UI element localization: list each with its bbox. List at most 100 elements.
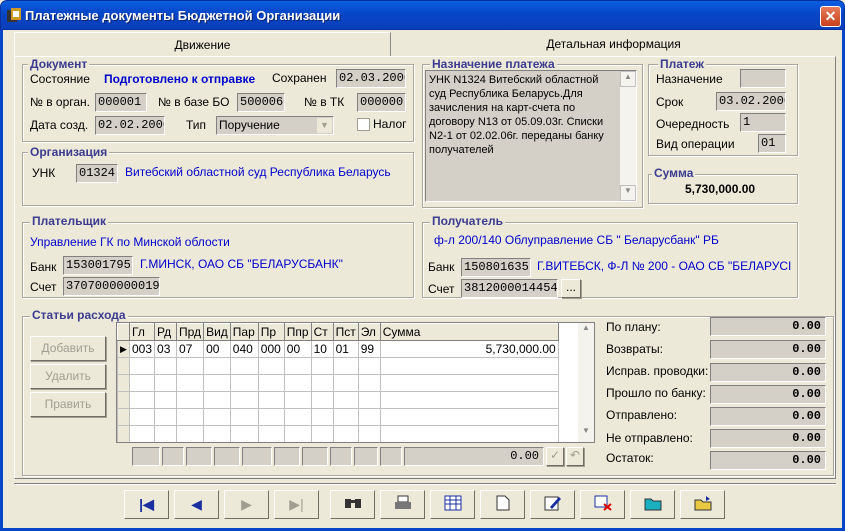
payment-purpose-label: Назначение [656, 72, 723, 86]
last-record-button[interactable]: ▶| [274, 490, 319, 519]
recipient-bank-code[interactable]: 150801635 [461, 258, 531, 277]
table-cell[interactable]: 00 [283, 340, 312, 358]
recipient-account-field[interactable]: 3812000014454 [461, 279, 558, 298]
first-record-button[interactable]: |◀ [124, 490, 169, 519]
recipient-name: ф-л 200/140 Облуправление СБ " Беларусба… [434, 233, 719, 247]
sum-group-title: Сумма [652, 166, 696, 180]
export-button[interactable] [680, 490, 725, 519]
state-value: Подготовлено к отправке [104, 72, 256, 86]
fixes-label: Исправ. проводки: [606, 364, 709, 378]
expenses-grid: Гл Рд Прд Вид Пар Пр Ппр Ст Пст Эл Сумма ▶ 003 03 07 0… [117, 323, 559, 442]
column-header[interactable]: Пр [257, 323, 285, 341]
edit-button[interactable]: Править [30, 392, 106, 417]
organization-group-title: Организация [28, 145, 110, 159]
column-header[interactable]: Пст [332, 323, 359, 341]
column-header[interactable]: Сумма [379, 323, 559, 341]
tab-movement[interactable]: Движение [14, 32, 391, 57]
app-icon [6, 7, 22, 23]
column-header[interactable]: Эл [357, 323, 381, 341]
column-header[interactable]: Ст [310, 323, 334, 341]
operation-field[interactable]: 01 [758, 134, 786, 153]
type-select-value: Поручение [219, 118, 280, 132]
table-cell[interactable]: 000 [257, 340, 285, 358]
recipient-account-browse-button[interactable]: ... [561, 279, 581, 298]
prev-record-button[interactable]: ◀ [174, 490, 219, 519]
bo-number-field[interactable]: 500006 [237, 93, 285, 112]
priority-field[interactable]: 1 [740, 113, 786, 132]
tk-number-field[interactable]: 000000 [357, 93, 406, 112]
table-cell[interactable]: 99 [357, 340, 381, 358]
search-button[interactable] [330, 490, 375, 519]
table-cell[interactable]: 03 [154, 340, 178, 358]
created-date-field[interactable]: 02.02.2006 [95, 116, 165, 135]
term-label: Срок [656, 95, 684, 109]
table-cell[interactable]: 040 [229, 340, 259, 358]
close-button[interactable]: ✕ [820, 6, 841, 27]
column-header[interactable]: Пар [229, 323, 259, 341]
print-button[interactable] [380, 490, 425, 519]
type-label: Тип [186, 118, 207, 132]
folder-export-icon [694, 495, 712, 514]
table-cell[interactable]: 5,730,000.00 [379, 340, 559, 358]
expenses-table[interactable]: Гл Рд Прд Вид Пар Пр Ппр Ст Пст Эл Сумма ▶ 003 03 07 0… [116, 322, 595, 443]
unk-label: УНК [32, 166, 56, 180]
plan-value: 0.00 [710, 317, 826, 336]
table-cell[interactable]: 00 [203, 340, 231, 358]
printer-icon [394, 495, 412, 514]
edit-document-button[interactable] [530, 490, 575, 519]
unsent-label: Не отправлено: [606, 431, 693, 445]
state-label: Состояние [30, 72, 90, 86]
unk-field[interactable]: 01324 [76, 164, 118, 183]
table-scrollbar[interactable]: ▲ ▼ [578, 323, 594, 442]
scroll-down-icon[interactable]: ▼ [578, 426, 594, 442]
undo-icon[interactable]: ↶ [566, 447, 584, 466]
add-button[interactable]: Добавить [30, 336, 106, 361]
check-icon[interactable]: ✓ [546, 447, 564, 466]
payer-account-field[interactable]: 3707000000019 [63, 277, 160, 296]
column-header[interactable]: Прд [176, 323, 205, 341]
folder-button[interactable] [630, 490, 675, 519]
next-record-button[interactable]: ▶ [224, 490, 269, 519]
column-header[interactable]: Рд [154, 323, 178, 341]
column-header[interactable]: Вид [203, 323, 231, 341]
scroll-up-icon[interactable]: ▲ [578, 323, 594, 339]
rest-value: 0.00 [710, 451, 826, 470]
table-row[interactable]: ▶ 003 03 07 00 040 000 00 10 01 99 5,730,000.00 [117, 340, 559, 358]
last-icon: ▶| [289, 496, 304, 512]
bank-passed-value: 0.00 [710, 385, 826, 404]
column-header[interactable]: Гл [128, 323, 156, 341]
tab-detail-info[interactable]: Детальная информация [391, 32, 836, 57]
payer-account-label: Счет [30, 280, 57, 294]
table-cell[interactable]: 07 [176, 340, 205, 358]
term-field[interactable]: 03.02.2006 [716, 92, 786, 111]
scroll-down-icon[interactable]: ▼ [620, 185, 636, 201]
column-header[interactable]: Ппр [283, 323, 312, 341]
scroll-up-icon[interactable]: ▲ [620, 71, 636, 87]
rest-label: Остаток: [606, 451, 654, 465]
title-bar[interactable]: Платежные документы Бюджетной Организаци… [0, 0, 845, 30]
tax-label: Налог [373, 117, 407, 131]
table-view-button[interactable] [430, 490, 475, 519]
unsent-value: 0.00 [710, 429, 826, 448]
delete-document-button[interactable] [580, 490, 625, 519]
payment-purpose-field[interactable] [740, 69, 786, 88]
chevron-down-icon[interactable]: ▼ [317, 118, 332, 133]
purpose-text[interactable]: УНК N1324 Витебский областной суд Респуб… [425, 70, 637, 202]
purpose-scrollbar[interactable]: ▲ ▼ [620, 71, 636, 201]
operation-label: Вид операции [656, 137, 735, 151]
table-cell[interactable]: 10 [310, 340, 334, 358]
next-icon: ▶ [241, 496, 252, 512]
tk-number-label: № в ТК [304, 95, 345, 109]
table-cell[interactable]: 003 [128, 340, 156, 358]
payer-group-title: Плательщик [30, 214, 108, 228]
org-number-field[interactable]: 000001 [95, 93, 147, 112]
saved-date-field[interactable]: 02.03.2006 [336, 69, 406, 88]
type-select[interactable]: Поручение ▼ [216, 116, 334, 135]
payer-bank-code[interactable]: 153001795 [63, 256, 133, 275]
new-document-button[interactable] [480, 490, 525, 519]
delete-button[interactable]: Удалить [30, 364, 106, 389]
tax-checkbox[interactable] [357, 118, 370, 131]
table-cell[interactable]: 01 [332, 340, 359, 358]
prev-icon: ◀ [191, 496, 202, 512]
bo-number-label: № в базе БО [158, 95, 230, 109]
